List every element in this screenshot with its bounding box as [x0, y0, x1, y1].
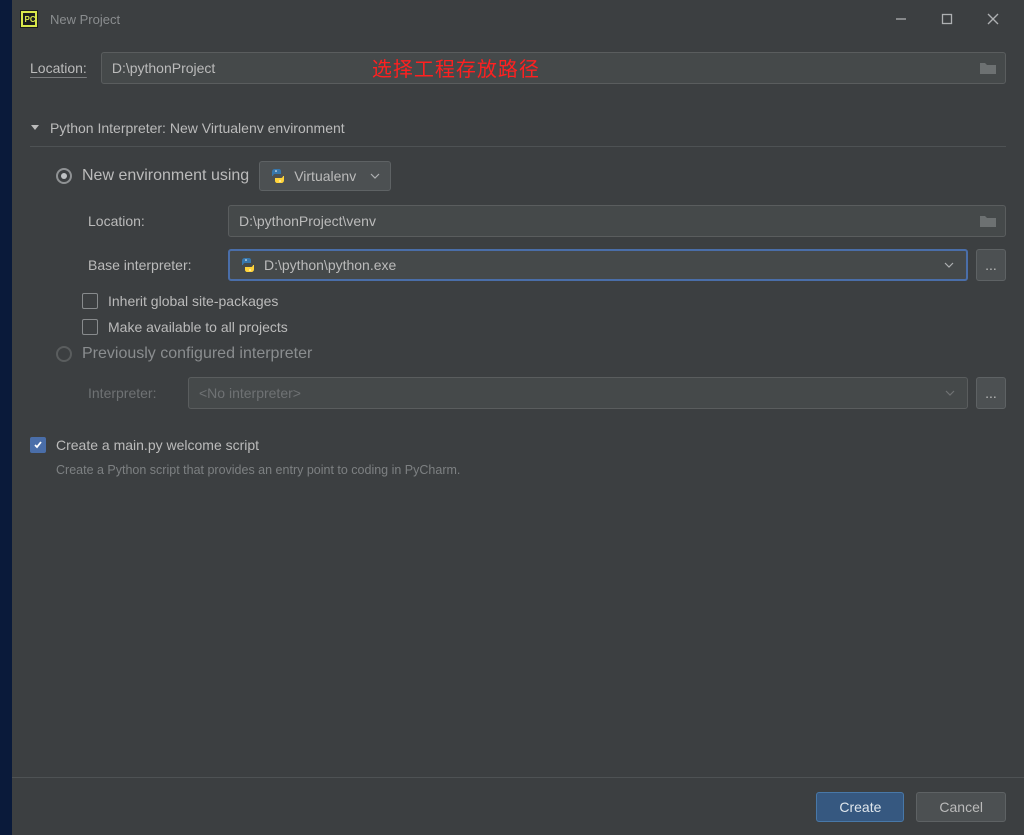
pycharm-icon: PC [20, 10, 38, 28]
python-icon [270, 168, 286, 184]
create-button[interactable]: Create [816, 792, 904, 822]
create-button-label: Create [839, 799, 881, 815]
venv-location-input[interactable]: D:\pythonProject\venv [228, 205, 1006, 237]
base-interpreter-value: D:\python\python.exe [264, 257, 396, 273]
venv-location-label: Location: [88, 213, 228, 229]
cancel-button[interactable]: Cancel [916, 792, 1006, 822]
window-title: New Project [50, 12, 878, 27]
welcome-script-checkbox-row[interactable]: Create a main.py welcome script [30, 437, 1006, 453]
interpreter-section: Python Interpreter: New Virtualenv envir… [30, 120, 1006, 421]
base-interpreter-label: Base interpreter: [88, 257, 228, 273]
available-checkbox[interactable] [82, 319, 98, 335]
dialog-footer: Create Cancel [12, 777, 1024, 835]
location-row: Location: D:\pythonProject 选择工程存放路径 [30, 52, 1006, 84]
new-project-dialog: PC New Project Location: D:\pythonProjec… [12, 0, 1024, 835]
location-label: Location: [30, 60, 87, 76]
browse-button[interactable]: ... [976, 249, 1006, 281]
available-label: Make available to all projects [108, 319, 288, 335]
chevron-down-icon [944, 262, 954, 268]
virtualenv-value: Virtualenv [294, 168, 356, 184]
window-controls [878, 0, 1016, 38]
new-env-label: New environment using [82, 167, 249, 185]
welcome-script-hint: Create a Python script that provides an … [56, 463, 1006, 477]
minimize-button[interactable] [878, 0, 924, 38]
inherit-checkbox[interactable] [82, 293, 98, 309]
prev-env-radio-row[interactable]: Previously configured interpreter [56, 345, 1006, 363]
titlebar[interactable]: PC New Project [12, 0, 1024, 38]
maximize-button[interactable] [924, 0, 970, 38]
interpreter-options: New environment using Virtualenv [30, 161, 1006, 409]
chevron-down-icon [370, 173, 380, 179]
venv-options: Inherit global site-packages Make availa… [82, 293, 1006, 335]
chevron-down-icon [30, 123, 44, 133]
base-interpreter-dropdown[interactable]: D:\python\python.exe [228, 249, 968, 281]
prev-interpreter-dropdown[interactable]: <No interpreter> [188, 377, 968, 409]
chevron-down-icon [945, 390, 955, 396]
dialog-content: Location: D:\pythonProject 选择工程存放路径 Pyth… [12, 38, 1024, 777]
venv-location-value: D:\pythonProject\venv [239, 213, 376, 229]
welcome-script-label: Create a main.py welcome script [56, 437, 259, 453]
available-checkbox-row[interactable]: Make available to all projects [82, 319, 1006, 335]
python-icon [240, 257, 256, 273]
folder-icon[interactable] [979, 61, 997, 75]
welcome-script-section: Create a main.py welcome script Create a… [30, 437, 1006, 477]
welcome-script-checkbox[interactable] [30, 437, 46, 453]
folder-icon[interactable] [979, 214, 997, 228]
location-value: D:\pythonProject [112, 60, 216, 76]
inherit-checkbox-row[interactable]: Inherit global site-packages [82, 293, 1006, 309]
prev-interpreter-row: Interpreter: <No interpreter> ... [88, 377, 1006, 409]
close-button[interactable] [970, 0, 1016, 38]
browse-button[interactable]: ... [976, 377, 1006, 409]
annotation-text: 选择工程存放路径 [372, 53, 540, 82]
virtualenv-dropdown[interactable]: Virtualenv [259, 161, 391, 191]
svg-text:PC: PC [25, 15, 36, 24]
new-env-radio-row[interactable]: New environment using Virtualenv [56, 161, 1006, 191]
prev-env-radio[interactable] [56, 346, 72, 362]
prev-interpreter-label: Interpreter: [88, 385, 188, 401]
section-header[interactable]: Python Interpreter: New Virtualenv envir… [30, 120, 1006, 147]
section-title: Python Interpreter: New Virtualenv envir… [50, 120, 345, 136]
location-input[interactable]: D:\pythonProject 选择工程存放路径 [101, 52, 1006, 84]
venv-location-row: Location: D:\pythonProject\venv [88, 205, 1006, 237]
base-interpreter-row: Base interpreter: D:\ [88, 249, 1006, 281]
inherit-label: Inherit global site-packages [108, 293, 278, 309]
prev-env-label: Previously configured interpreter [82, 345, 312, 363]
new-env-radio[interactable] [56, 168, 72, 184]
cancel-button-label: Cancel [939, 799, 983, 815]
prev-interpreter-value: <No interpreter> [199, 385, 301, 401]
